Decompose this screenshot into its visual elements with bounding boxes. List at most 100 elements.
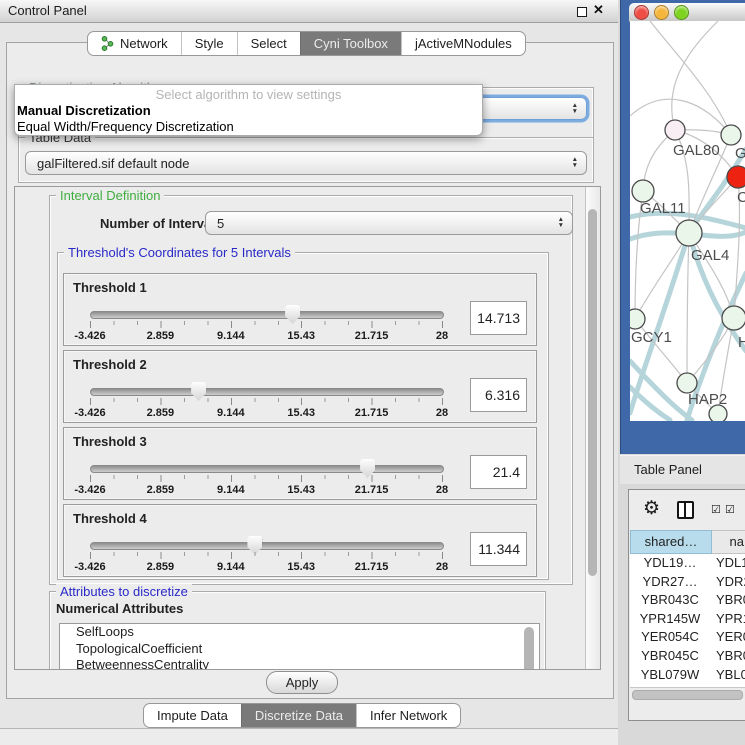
table-toolbar: ⚙ ☑ ☑ (629, 490, 745, 530)
threshold-slider[interactable]: -3.4262.8599.14415.4321.71528 (90, 458, 442, 498)
tab-impute-data-label: Impute Data (157, 708, 228, 723)
attributes-group-title: Attributes to discretize (56, 584, 192, 599)
scrollbar-thumb[interactable] (588, 209, 597, 576)
slider-track[interactable] (90, 542, 444, 550)
node-hap2[interactable] (677, 373, 697, 393)
columns-icon[interactable] (677, 501, 694, 519)
close-traffic-light-icon[interactable] (634, 5, 649, 20)
table-header-row: shared… na (630, 530, 745, 554)
table-panel-window: ⚙ ☑ ☑ shared… na YDL19…YDL1… YDR27…YDR2…… (628, 489, 745, 721)
node-gcy1[interactable] (630, 309, 645, 329)
apply-button[interactable]: Apply (266, 671, 338, 694)
table-row[interactable]: YBR043CYBR0… (630, 591, 745, 610)
table-data-group: Table Data galFiltered.sif default node … (18, 137, 594, 183)
column-header-shared-name[interactable]: shared… (630, 530, 712, 554)
checkbox-icon[interactable]: ☑ (725, 503, 735, 516)
combo-stepper-icon[interactable]: ▲▼ (572, 98, 578, 119)
node-gal4[interactable] (676, 220, 702, 246)
tab-discretize-data[interactable]: Discretize Data (241, 704, 356, 727)
list-item[interactable]: SelfLoops (60, 624, 539, 641)
number-of-intervals-combobox[interactable]: 5 ▲▼ (205, 211, 573, 235)
tab-style[interactable]: Style (181, 32, 237, 55)
network-view-window: GAL80 GA GAL11 C GAL4 GCY1 H HAP2 (620, 0, 745, 454)
table-row[interactable]: YDL19…YDL1… (630, 554, 745, 573)
slider-track[interactable] (90, 465, 444, 473)
threshold-value-field[interactable]: 21.4 (470, 455, 527, 489)
bottom-strip (0, 728, 618, 745)
close-icon[interactable]: ✕ (593, 2, 604, 18)
checkbox-icon[interactable]: ☑ (711, 503, 721, 516)
node-gal80[interactable] (665, 120, 685, 140)
tab-network[interactable]: Network (88, 32, 181, 55)
table-row[interactable]: YPR145WYPR1… (630, 610, 745, 629)
table-row[interactable]: YDR27…YDR2… (630, 573, 745, 592)
table-row[interactable]: YBL079WYBL0… (630, 666, 745, 685)
slider-track[interactable] (90, 388, 444, 396)
list-scrollbar[interactable] (524, 627, 534, 670)
slider-major-ticks (90, 398, 443, 405)
tab-infer-network-label: Infer Network (370, 708, 447, 723)
table-panel-titlebar: Table Panel (620, 455, 745, 484)
number-of-intervals-value: 5 (206, 216, 572, 231)
minimize-traffic-light-icon[interactable] (654, 5, 669, 20)
popup-item-manual-discretization[interactable]: Manual Discretization (15, 103, 482, 119)
node-right-mid[interactable] (722, 306, 745, 330)
list-item[interactable]: TopologicalCoefficient (60, 641, 539, 658)
table-rows: YDL19…YDL1… YDR27…YDR2… YBR043CYBR0… YPR… (630, 554, 745, 687)
threshold-label: Threshold 4 (73, 511, 147, 526)
table-row[interactable]: YBR045CYBR0… (630, 647, 745, 666)
combo-stepper-icon[interactable]: ▲▼ (572, 152, 578, 174)
threshold-slider[interactable]: -3.4262.8599.14415.4321.71528 (90, 535, 442, 575)
table-data-combobox[interactable]: galFiltered.sif default node ▲▼ (25, 151, 587, 175)
tab-style-label: Style (195, 36, 224, 51)
network-canvas[interactable]: GAL80 GA GAL11 C GAL4 GCY1 H HAP2 (630, 21, 745, 421)
tab-jactivemnodules-label: jActiveMNodules (415, 36, 512, 51)
threshold-slider[interactable]: -3.4262.8599.14415.4321.71528 (90, 304, 442, 344)
threshold-slider[interactable]: -3.4262.8599.14415.4321.71528 (90, 381, 442, 421)
interval-definition-title: Interval Definition (56, 188, 164, 203)
threshold-row: Threshold 3 -3.4262.8599.14415.4321.7152… (63, 427, 537, 500)
tab-network-label: Network (120, 36, 168, 51)
tab-impute-data[interactable]: Impute Data (144, 704, 241, 727)
column-header-name[interactable]: na (712, 530, 745, 554)
algorithm-dropdown-popup: Select algorithm to view settings Manual… (14, 84, 483, 136)
list-item[interactable]: BetweennessCentrality (60, 657, 539, 670)
tab-infer-network[interactable]: Infer Network (356, 704, 460, 727)
popup-item-equal-width-frequency[interactable]: Equal Width/Frequency Discretization (15, 119, 482, 135)
threshold-value-field[interactable]: 11.344 (470, 532, 527, 566)
gear-icon[interactable]: ⚙ (643, 497, 660, 520)
node-label: HAP2 (688, 391, 727, 408)
combo-stepper-icon[interactable]: ▲▼ (558, 212, 564, 234)
tab-cyni-toolbox[interactable]: Cyni Toolbox (300, 32, 401, 55)
node-label: GAL4 (691, 247, 729, 264)
interval-definition-group: Interval Definition Number of Intervals … (49, 195, 573, 585)
window-title: Control Panel (8, 3, 87, 18)
bottom-tab-bar: Impute Data Discretize Data Infer Networ… (143, 703, 461, 728)
screen: Control Panel ✕ Network Style Select Cyn… (0, 0, 745, 745)
table-panel-title: Table Panel (634, 462, 702, 477)
popup-placeholder: Select algorithm to view settings (15, 87, 482, 103)
settings-scroll-area: Interval Definition Number of Intervals … (14, 186, 601, 670)
tab-jactivemnodules[interactable]: jActiveMNodules (401, 32, 525, 55)
thresholds-group: Threshold's Coordinates for 5 Intervals … (57, 252, 549, 580)
settings-vertical-scrollbar[interactable] (585, 187, 600, 669)
node-selected-red[interactable] (727, 166, 745, 188)
zoom-traffic-light-icon[interactable] (674, 5, 689, 20)
table-horizontal-scrollbar[interactable] (630, 687, 745, 701)
threshold-value-field[interactable]: 6.316 (470, 378, 527, 412)
tab-select[interactable]: Select (237, 32, 300, 55)
tab-discretize-data-label: Discretize Data (255, 708, 343, 723)
float-window-icon[interactable] (577, 7, 587, 17)
control-panel-window: Control Panel ✕ Network Style Select Cyn… (0, 0, 619, 728)
slider-major-ticks (90, 321, 443, 328)
thresholds-group-title: Threshold's Coordinates for 5 Intervals (64, 245, 295, 260)
node-gal11[interactable] (632, 180, 654, 202)
scrollbar-thumb[interactable] (632, 690, 743, 700)
table-row[interactable]: YER054CYER0… (630, 628, 745, 647)
node-label: GAL80 (673, 142, 720, 159)
slider-track[interactable] (90, 311, 444, 319)
network-window-titlebar (629, 3, 745, 22)
threshold-value-field[interactable]: 14.713 (470, 301, 527, 335)
node-right-top[interactable] (721, 125, 741, 145)
slider-major-ticks (90, 552, 443, 559)
